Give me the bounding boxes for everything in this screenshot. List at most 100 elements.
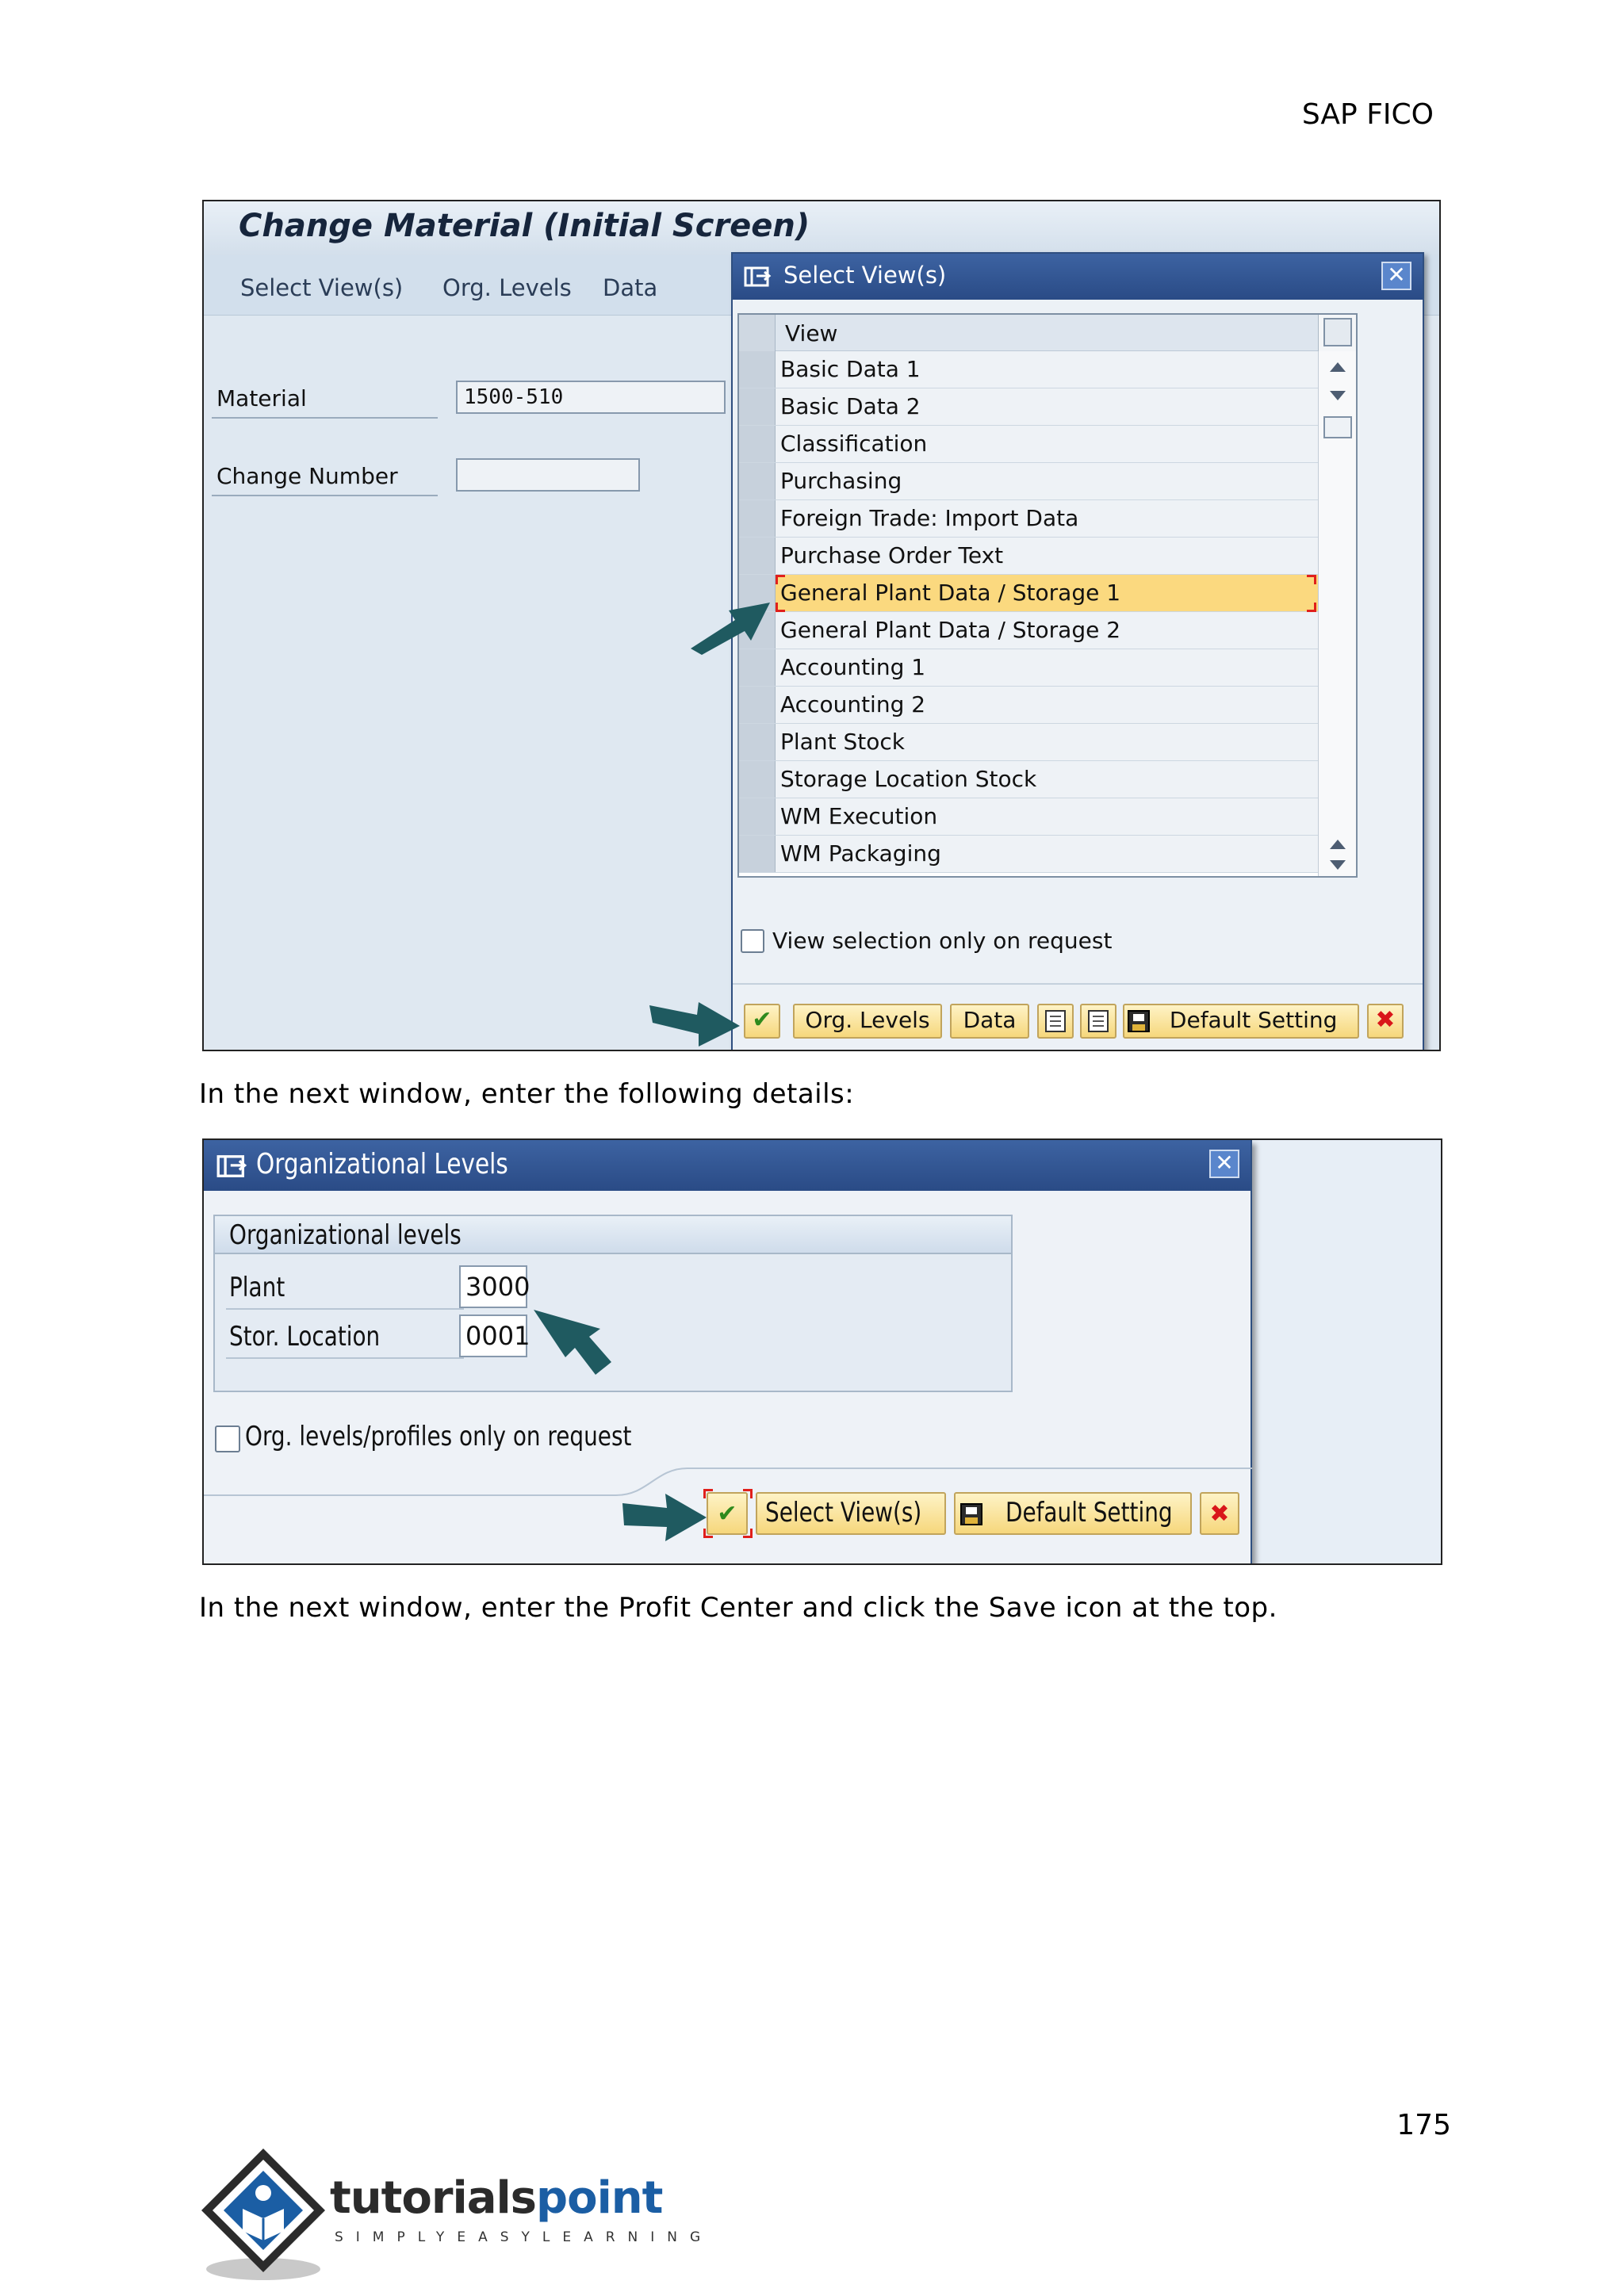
table-settings-corner[interactable] <box>1318 315 1356 351</box>
table-row[interactable]: Purchase Order Text <box>739 538 1318 575</box>
table-row[interactable]: Storage Location Stock <box>739 761 1318 798</box>
pointer-arrow-icon <box>622 1494 707 1541</box>
org-levels-profiles-checkbox[interactable] <box>215 1425 240 1452</box>
table-row[interactable]: Basic Data 2 <box>739 388 1318 426</box>
row-selector[interactable] <box>739 687 776 723</box>
scroll-up-icon[interactable] <box>1330 840 1346 849</box>
row-selector[interactable] <box>739 836 776 872</box>
row-selector[interactable] <box>739 463 776 499</box>
dialog-titlebar: Select View(s) ✕ <box>733 254 1423 300</box>
select-all-icon <box>1045 1010 1066 1032</box>
views-table-header: View <box>739 315 1318 351</box>
data-button[interactable]: Data <box>950 1004 1029 1039</box>
cancel-button[interactable]: ✖ <box>1200 1492 1239 1535</box>
view-name: Foreign Trade: Import Data <box>780 505 1079 531</box>
select-views-dialog: Select View(s) ✕ View Basic Data 1 Basic… <box>731 252 1424 1050</box>
row-selector[interactable] <box>739 426 776 462</box>
selection-marker <box>743 1529 753 1538</box>
material-input[interactable]: 1500-510 <box>456 381 726 414</box>
material-label: Material <box>216 385 307 411</box>
table-settings-icon[interactable] <box>1323 318 1352 346</box>
screenshot-org-levels: Organizational Levels ✕ Organizational l… <box>202 1138 1442 1565</box>
views-table: View Basic Data 1 Basic Data 2 Classific… <box>737 313 1358 878</box>
change-number-input[interactable] <box>456 458 640 492</box>
menu-select-views[interactable]: Select View(s) <box>240 274 403 301</box>
table-row[interactable]: General Plant Data / Storage 2 <box>739 612 1318 649</box>
scroll-down-icon[interactable] <box>1330 391 1346 400</box>
row-selector[interactable] <box>739 798 776 835</box>
vertical-scrollbar[interactable] <box>1318 351 1356 876</box>
default-setting-button[interactable]: Default Setting <box>1123 1004 1359 1039</box>
logo-emblem-icon <box>201 2149 325 2280</box>
select-views-button[interactable]: Select View(s) <box>756 1492 946 1535</box>
scroll-up-icon[interactable] <box>1330 362 1346 372</box>
divider <box>212 417 438 419</box>
view-name: General Plant Data / Storage 1 <box>780 580 1121 606</box>
row-selector[interactable] <box>739 351 776 388</box>
cancel-button[interactable]: ✖ <box>1367 1004 1404 1039</box>
deselect-all-icon <box>1088 1010 1109 1032</box>
table-row[interactable]: Accounting 2 <box>739 687 1318 724</box>
org-levels-profiles-checkbox-label: Org. levels/profiles only on request <box>245 1421 632 1452</box>
org-levels-button[interactable]: Org. Levels <box>793 1004 942 1039</box>
row-selector[interactable] <box>739 388 776 425</box>
save-icon <box>1128 1010 1150 1032</box>
select-views-label: Select View(s) <box>765 1497 922 1529</box>
logo-tagline: SIMPLYEASYLEARNING <box>335 2229 714 2245</box>
cancel-icon: ✖ <box>1375 1006 1396 1034</box>
pointer-arrow-icon <box>691 603 770 655</box>
selection-marker <box>743 1489 753 1498</box>
selection-marker <box>1307 575 1316 584</box>
row-selector[interactable] <box>739 724 776 760</box>
divider <box>226 1308 464 1310</box>
continue-button[interactable]: ✔ <box>744 1004 780 1039</box>
stor-location-input[interactable]: 0001 <box>459 1314 530 1357</box>
close-icon[interactable]: ✕ <box>1381 262 1411 290</box>
checkmark-icon: ✔ <box>717 1500 737 1528</box>
table-row-selected[interactable]: General Plant Data / Storage 1 <box>739 575 1318 612</box>
logo-word-2: point <box>536 2172 663 2224</box>
group-header: Organizational levels <box>215 1216 1011 1254</box>
table-row[interactable]: Foreign Trade: Import Data <box>739 500 1318 538</box>
logo-wordmark: tutorialspoint <box>330 2172 663 2224</box>
table-row[interactable]: Plant Stock <box>739 724 1318 761</box>
row-selector[interactable] <box>739 500 776 537</box>
divider <box>226 1357 464 1359</box>
selection-marker <box>1307 603 1316 612</box>
close-icon[interactable]: ✕ <box>1209 1150 1239 1178</box>
org-levels-dialog: Organizational Levels ✕ Organizational l… <box>204 1140 1252 1563</box>
table-row[interactable]: WM Execution <box>739 798 1318 836</box>
view-name: Purchase Order Text <box>780 542 1004 568</box>
row-selector[interactable] <box>739 538 776 574</box>
page-number: 175 <box>1396 2109 1451 2141</box>
select-all-cell[interactable] <box>739 315 776 351</box>
scroll-down-icon[interactable] <box>1330 860 1346 870</box>
view-selection-checkbox[interactable] <box>741 929 764 953</box>
selection-marker <box>776 603 785 612</box>
default-setting-label: Default Setting <box>1169 1007 1338 1033</box>
deselect-all-button[interactable] <box>1080 1004 1116 1039</box>
logo-word-1: tutorials <box>330 2172 537 2224</box>
view-name: Accounting 2 <box>780 691 926 718</box>
menu-org-levels[interactable]: Org. Levels <box>442 274 572 301</box>
view-name: Basic Data 2 <box>780 393 921 419</box>
row-selector[interactable] <box>739 761 776 798</box>
divider <box>212 495 438 496</box>
view-selection-checkbox-label: View selection only on request <box>772 928 1113 954</box>
cancel-icon: ✖ <box>1209 1500 1230 1528</box>
pointer-arrow-icon <box>649 1002 740 1047</box>
select-all-button[interactable] <box>1037 1004 1074 1039</box>
table-row[interactable]: Accounting 1 <box>739 649 1318 687</box>
scroll-thumb[interactable] <box>1323 416 1352 438</box>
screen-titlebar: Change Material (Initial Screen) <box>204 201 1439 255</box>
plant-input[interactable]: 3000 <box>459 1265 530 1308</box>
column-header-view: View <box>785 320 838 346</box>
menu-data[interactable]: Data <box>603 274 657 301</box>
table-row[interactable]: WM Packaging <box>739 836 1318 873</box>
instruction-text-2: In the next window, enter the Profit Cen… <box>199 1592 1277 1624</box>
save-icon <box>960 1502 982 1525</box>
table-row[interactable]: Purchasing <box>739 463 1318 500</box>
table-row[interactable]: Basic Data 1 <box>739 351 1318 388</box>
table-row[interactable]: Classification <box>739 426 1318 463</box>
default-setting-button[interactable]: Default Setting <box>954 1492 1192 1535</box>
